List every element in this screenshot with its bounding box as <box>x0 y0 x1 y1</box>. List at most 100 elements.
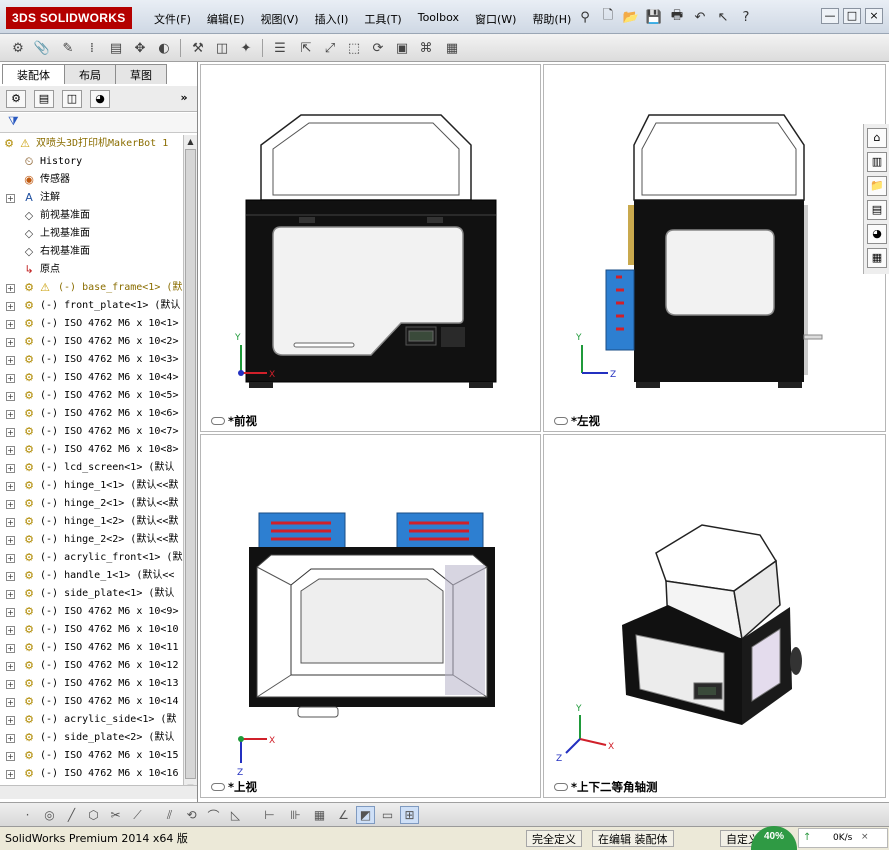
tree-horizontal-scrollbar[interactable] <box>0 785 197 799</box>
design-library-icon[interactable]: ▥ <box>867 152 887 172</box>
configuration-manager-icon[interactable]: ◫ <box>62 90 82 108</box>
expand-toggle-icon[interactable]: + <box>6 590 15 599</box>
move-component-icon[interactable]: ✥ <box>130 38 150 58</box>
take-snapshot-icon[interactable]: ▣ <box>392 38 412 58</box>
tree-item[interactable]: + ⚙ (-) side_plate<1> (默认 <box>0 585 183 603</box>
smart-fasteners-icon[interactable]: ▤ <box>106 38 126 58</box>
large-assembly-icon[interactable]: ⌘ <box>416 38 436 58</box>
expand-toggle-icon[interactable]: + <box>6 734 15 743</box>
expand-toggle-icon[interactable]: + <box>6 194 15 203</box>
tree-item[interactable]: + ⚙ (-) ISO 4762 M6 x 10<8> <box>0 441 183 459</box>
tree-item[interactable]: + ⚙ (-) ISO 4762 M6 x 10<14 <box>0 693 183 711</box>
expand-toggle-icon[interactable]: + <box>6 770 15 779</box>
view-palette-icon[interactable]: ▤ <box>867 200 887 220</box>
display-manager-icon[interactable]: ◕ <box>90 90 110 108</box>
tree-item[interactable]: + ⚙ (-) ISO 4762 M6 x 10<16 <box>0 765 183 783</box>
show-hidden-icon[interactable]: ◐ <box>154 38 174 58</box>
tree-item[interactable]: + ⚙ (-) front_plate<1> (默认 <box>0 297 183 315</box>
grid-icon[interactable]: ▦ <box>310 806 329 824</box>
tree-item[interactable]: + ⚙ (-) ISO 4762 M6 x 10<6> <box>0 405 183 423</box>
expand-toggle-icon[interactable]: + <box>6 554 15 563</box>
expand-toggle-icon[interactable]: + <box>6 626 15 635</box>
tree-item[interactable]: + ⚙ (-) hinge_2<1> (默认<<默 <box>0 495 183 513</box>
tree-item[interactable]: ↳ 原点 <box>0 261 183 279</box>
feature-manager-icon[interactable]: ⚙ <box>6 90 26 108</box>
polygon-icon[interactable]: ⬡ <box>84 806 103 824</box>
tree-item[interactable]: + ⚙ (-) ISO 4762 M6 x 10<9> <box>0 603 183 621</box>
expand-toggle-icon[interactable]: + <box>6 482 15 491</box>
expand-toggle-icon[interactable]: + <box>6 500 15 509</box>
menu-view[interactable]: 视图(V) <box>252 9 306 29</box>
expand-toggle-icon[interactable]: + <box>6 752 15 761</box>
expand-toggle-icon[interactable]: + <box>6 680 15 689</box>
tree-item[interactable]: + ⚙ (-) ISO 4762 M6 x 10<10 <box>0 621 183 639</box>
scroll-thumb[interactable] <box>185 149 196 779</box>
tree-item[interactable]: + ⚙ (-) hinge_1<1> (默认<<默 <box>0 477 183 495</box>
tree-item[interactable]: + ⚙ (-) ISO 4762 M6 x 10<15 <box>0 747 183 765</box>
open-folder-icon[interactable]: 📂 <box>621 8 641 26</box>
instant3d-icon[interactable]: ⬚ <box>344 38 364 58</box>
tab-assembly[interactable]: 装配体 <box>2 64 65 84</box>
tree-item[interactable]: ◇ 前视基准面 <box>0 207 183 225</box>
ruler-icon[interactable]: ⊪ <box>286 806 305 824</box>
circle-icon[interactable]: ◎ <box>40 806 59 824</box>
menu-file[interactable]: 文件(F) <box>146 9 199 29</box>
expand-toggle-icon[interactable]: + <box>6 302 15 311</box>
tree-item[interactable]: + ⚙ (-) side_plate<2> (默认 <box>0 729 183 747</box>
appearances-icon[interactable]: ◕ <box>867 224 887 244</box>
tree-item[interactable]: + ⚙ (-) ISO 4762 M6 x 10<12 <box>0 657 183 675</box>
exploded-view-icon[interactable]: ⇱ <box>296 38 316 58</box>
new-document-icon[interactable]: 🗋 <box>598 8 618 26</box>
expand-toggle-icon[interactable]: + <box>6 338 15 347</box>
tree-item[interactable]: ◉ 传感器 <box>0 171 183 189</box>
scroll-up-icon[interactable]: ▲ <box>185 136 196 148</box>
angle-icon[interactable]: ∠ <box>334 806 353 824</box>
update-speedpak-icon[interactable]: ⟳ <box>368 38 388 58</box>
tree-item[interactable]: + ⚙ (-) hinge_2<2> (默认<<默 <box>0 531 183 549</box>
link-views-icon[interactable] <box>554 417 568 425</box>
tree-scrollbar[interactable]: ▲ ▼ <box>183 135 197 795</box>
tree-item[interactable]: ⏲ History <box>0 153 183 171</box>
menu-window[interactable]: 窗口(W) <box>467 9 524 29</box>
link-views-icon[interactable] <box>554 783 568 791</box>
undo-icon[interactable]: ↶ <box>690 8 710 26</box>
fillet-icon[interactable]: ⌒ <box>204 806 223 824</box>
four-view-icon[interactable]: ⊞ <box>400 806 419 824</box>
menu-tools[interactable]: 工具(T) <box>356 9 409 29</box>
expand-toggle-icon[interactable]: + <box>6 320 15 329</box>
link-views-icon[interactable] <box>211 783 225 791</box>
help-icon[interactable]: ? <box>736 8 756 26</box>
extend-icon[interactable]: ⟋ <box>128 806 147 824</box>
property-manager-icon[interactable]: ▤ <box>34 90 54 108</box>
close-icon[interactable]: × <box>861 832 869 842</box>
tree-filter[interactable]: ⧩ <box>0 113 197 133</box>
tree-item[interactable]: + ⚙ (-) hinge_1<2> (默认<<默 <box>0 513 183 531</box>
mirror-icon[interactable]: ⫽ <box>160 806 179 824</box>
tree-item[interactable]: ◇ 上视基准面 <box>0 225 183 243</box>
single-view-icon[interactable]: ▭ <box>378 806 397 824</box>
insert-component-icon[interactable]: ⚙ <box>8 38 28 58</box>
viewport-left[interactable]: Y Z *左视 <box>543 64 886 432</box>
expand-toggle-icon[interactable]: + <box>6 392 15 401</box>
filter-icon[interactable]: ⧩ <box>8 114 19 129</box>
expand-toggle-icon[interactable]: + <box>6 608 15 617</box>
expand-toggle-icon[interactable]: + <box>6 428 15 437</box>
explode-line-icon[interactable]: ⤢ <box>320 38 340 58</box>
expand-toggle-icon[interactable]: + <box>6 410 15 419</box>
expand-toggle-icon[interactable]: + <box>6 446 15 455</box>
tree-item[interactable]: + ⚙ (-) ISO 4762 M6 x 10<4> <box>0 369 183 387</box>
tree-item[interactable]: + ⚙ (-) lcd_screen<1> (默认 <box>0 459 183 477</box>
viewport-front[interactable]: Y X *前视 <box>200 64 541 432</box>
expand-toggle-icon[interactable]: + <box>6 374 15 383</box>
link-views-icon[interactable] <box>211 417 225 425</box>
menu-insert[interactable]: 插入(I) <box>307 9 357 29</box>
menu-help[interactable]: 帮助(H) <box>524 9 579 29</box>
home-icon[interactable]: ⌂ <box>867 128 887 148</box>
tree-root[interactable]: ⚙ ⚠ 双喷头3D打印机MakerBot 1 <box>0 135 183 153</box>
tree-item[interactable]: + ⚙ (-) acrylic_front<1> (默 <box>0 549 183 567</box>
new-motion-study-icon[interactable]: ✦ <box>236 38 256 58</box>
file-explorer-icon[interactable]: 📁 <box>867 176 887 196</box>
tree-item[interactable]: + ⚙ (-) ISO 4762 M6 x 10<1> <box>0 315 183 333</box>
line-icon[interactable]: ╱ <box>62 806 81 824</box>
graphics-area[interactable]: 🔍 ⊕ ↩ ◧ ❒ ◩ 👓 ◕ ⛭ ▭ ▫ ▯ _ ❐ × <box>198 62 889 802</box>
